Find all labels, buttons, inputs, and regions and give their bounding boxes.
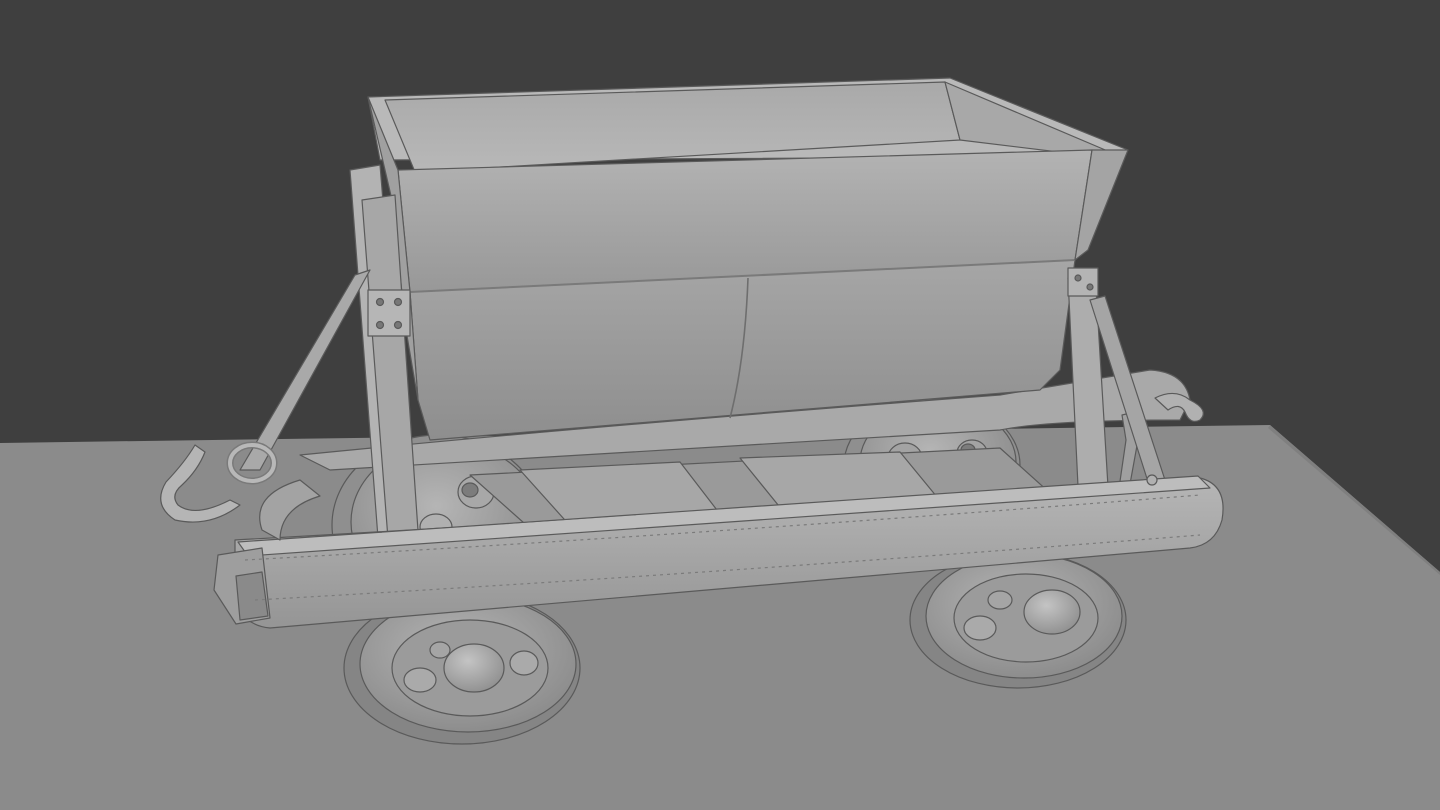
3d-viewport[interactable]: [0, 0, 1440, 810]
tipping-bin[interactable]: [367, 77, 1129, 441]
rail-end-face: [235, 571, 269, 621]
frame-bolt: [1146, 474, 1158, 486]
viewport-scene[interactable]: [0, 0, 1440, 810]
front-right-wheel[interactable]: [909, 551, 1127, 689]
